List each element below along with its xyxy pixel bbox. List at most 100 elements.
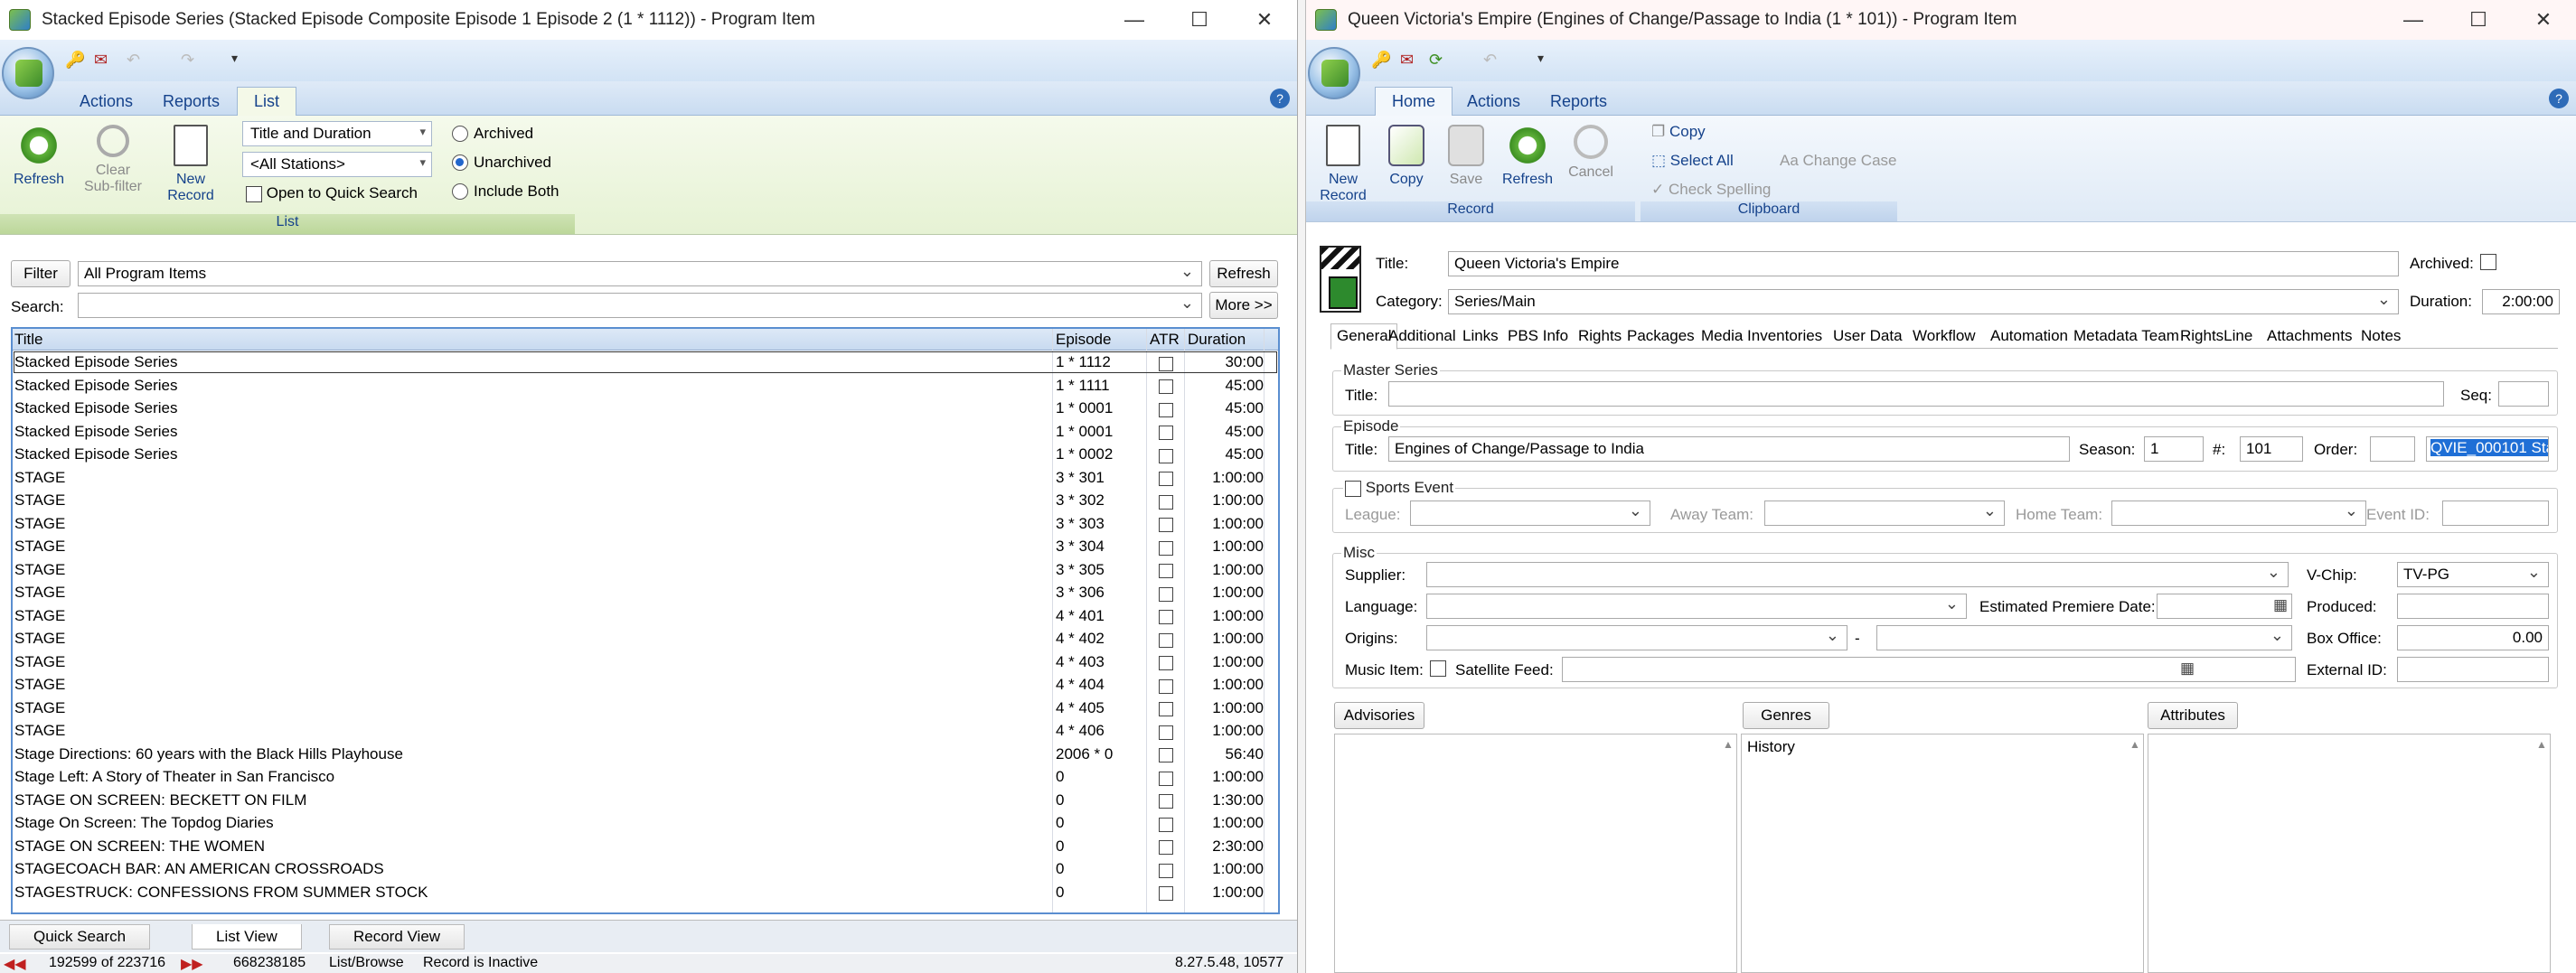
origins-select-2[interactable] [1876, 625, 2292, 650]
atr-checkbox[interactable] [1159, 378, 1173, 396]
sort-combo[interactable]: Title and Duration [242, 121, 432, 146]
advisories-list[interactable]: ▲ [1334, 734, 1737, 973]
table-row[interactable]: STAGE 3 * 304 1:00:00 [13, 535, 1278, 558]
table-row[interactable]: Stage On Screen: The Topdog Diaries 0 1:00… [13, 811, 1278, 835]
qat-dropdown-icon[interactable]: ▾ [231, 51, 253, 70]
atr-checkbox[interactable] [1159, 470, 1173, 488]
atr-checkbox[interactable] [1159, 631, 1173, 649]
atr-checkbox[interactable] [1159, 723, 1173, 741]
tab-record-view[interactable]: Record View [329, 924, 465, 950]
tab-actions[interactable]: Actions [1451, 87, 1537, 116]
minimize-button[interactable]: — [2381, 0, 2446, 40]
atr-checkbox[interactable] [1159, 654, 1173, 672]
close-button[interactable]: ✕ [1232, 0, 1297, 40]
filter-refresh-button[interactable]: Refresh [1209, 260, 1278, 287]
subtab-rightsline[interactable]: RightsLine [2180, 327, 2252, 345]
undo-icon[interactable]: ↶ [1483, 51, 1505, 70]
maximize-button[interactable]: ☐ [1167, 0, 1232, 40]
subtab-additional[interactable]: Additional [1388, 327, 1456, 345]
table-row[interactable]: STAGE 3 * 303 1:00:00 [13, 512, 1278, 536]
atr-checkbox[interactable] [1159, 746, 1173, 764]
genres-list[interactable]: History ▲ [1741, 734, 2144, 973]
subtab-media-inventories[interactable]: Media Inventories [1701, 327, 1822, 345]
genres-button[interactable]: Genres [1743, 702, 1829, 729]
external-id-input[interactable] [2397, 657, 2549, 682]
table-row[interactable]: STAGE 4 * 401 1:00:00 [13, 604, 1278, 628]
atr-checkbox[interactable] [1159, 516, 1173, 534]
app-menu-orb[interactable] [2, 47, 54, 99]
episode-code-input[interactable]: QVIE_000101 Sta [2426, 436, 2549, 462]
open-quick-search-checkbox[interactable] [246, 185, 262, 202]
atr-checkbox[interactable] [1159, 677, 1173, 695]
subtab-user-data[interactable]: User Data [1833, 327, 1903, 345]
redo-icon[interactable]: ↷ [181, 51, 202, 70]
clear-subfilter-button[interactable]: Clear Sub-filter [83, 125, 143, 195]
list-item[interactable]: History [1747, 738, 1795, 756]
tab-reports[interactable]: Reports [1534, 87, 1623, 116]
table-row[interactable]: STAGE 4 * 402 1:00:00 [13, 627, 1278, 650]
scroll-up-icon[interactable]: ▲ [2535, 738, 2548, 751]
vchip-select[interactable]: TV-PG [2397, 562, 2549, 587]
clipboard-copy-button[interactable]: ❐ Copy [1651, 123, 1706, 141]
open-quick-search-option[interactable]: Open to Quick Search [246, 184, 418, 202]
mail-icon[interactable]: ✉ [94, 51, 116, 70]
sports-event-checkbox[interactable] [1345, 480, 1361, 497]
language-select[interactable] [1426, 594, 1967, 619]
qat-dropdown-icon[interactable]: ▾ [1537, 51, 1559, 70]
tab-quick-search[interactable]: Quick Search [9, 924, 151, 950]
minimize-button[interactable]: — [1102, 0, 1167, 40]
category-select[interactable]: Series/Main [1448, 289, 2399, 314]
table-row[interactable]: Stacked Episode Series 1 * 0002 45:00 [13, 443, 1278, 466]
tab-actions[interactable]: Actions [63, 87, 149, 116]
mail-icon[interactable]: ✉ [1400, 51, 1422, 70]
atr-checkbox[interactable] [1159, 424, 1173, 442]
atr-checkbox[interactable] [1159, 585, 1173, 603]
table-row[interactable]: STAGESTRUCK: CONFESSIONS FROM SUMMER STO… [13, 881, 1278, 904]
radio-archived[interactable]: Archived [452, 125, 533, 143]
calendar-icon[interactable]: ▦ [2273, 596, 2288, 614]
radio-unarchived[interactable]: Unarchived [452, 154, 551, 172]
atr-checkbox[interactable] [1159, 446, 1173, 464]
check-spelling-button[interactable]: ✓ Check Spelling [1651, 181, 1771, 199]
away-team-select[interactable] [1764, 501, 2005, 526]
table-row[interactable]: STAGE 4 * 404 1:00:00 [13, 673, 1278, 697]
est-premiere-input[interactable]: ▦ [2157, 594, 2292, 619]
table-row[interactable]: STAGE ON SCREEN: THE WOMEN 0 2:30:00 [13, 835, 1278, 858]
league-select[interactable] [1410, 501, 1650, 526]
subtab-rights[interactable]: Rights [1578, 327, 1622, 345]
table-row[interactable]: STAGE 3 * 305 1:00:00 [13, 558, 1278, 582]
help-icon[interactable]: ? [2549, 89, 2569, 108]
sports-event-option[interactable]: Sports Event [1343, 479, 1456, 497]
subtab-pbs-info[interactable]: PBS Info [1508, 327, 1568, 345]
origins-select-1[interactable] [1426, 625, 1847, 650]
atr-checkbox[interactable] [1159, 700, 1173, 718]
table-row[interactable]: STAGE 4 * 405 1:00:00 [13, 697, 1278, 720]
scroll-up-icon[interactable]: ▲ [2129, 738, 2141, 751]
table-row[interactable]: Stacked Episode Series 1 * 1112 30:00 [13, 351, 1278, 374]
atr-checkbox[interactable] [1159, 562, 1173, 580]
more-button[interactable]: More >> [1209, 292, 1278, 319]
header-title[interactable]: Title [14, 331, 43, 349]
attributes-button[interactable]: Attributes [2148, 702, 2238, 729]
table-row[interactable]: Stacked Episode Series 1 * 0001 45:00 [13, 397, 1278, 420]
table-row[interactable]: Stage Directions: 60 years with the Blac… [13, 743, 1278, 766]
tab-reports[interactable]: Reports [146, 87, 236, 116]
atr-checkbox[interactable] [1159, 838, 1173, 856]
right-title-bar[interactable]: Queen Victoria's Empire (Engines of Chan… [1306, 0, 2576, 40]
maximize-button[interactable]: ☐ [2446, 0, 2511, 40]
save-button[interactable]: Save [1436, 125, 1496, 188]
atr-checkbox[interactable] [1159, 815, 1173, 833]
stations-combo[interactable]: <All Stations> [242, 152, 432, 177]
filter-combo[interactable]: All Program Items [78, 261, 1202, 286]
key-icon[interactable]: 🔑 [65, 51, 87, 70]
refresh-button[interactable]: Refresh [9, 125, 69, 188]
event-id-input[interactable] [2442, 501, 2549, 526]
table-row[interactable]: STAGE 3 * 302 1:00:00 [13, 489, 1278, 512]
left-title-bar[interactable]: Stacked Episode Series (Stacked Episode … [0, 0, 1297, 40]
title-input[interactable]: Queen Victoria's Empire [1448, 251, 2399, 276]
music-item-checkbox[interactable] [1430, 660, 1446, 677]
home-team-select[interactable] [2111, 501, 2366, 526]
cancel-button[interactable]: Cancel [1561, 125, 1621, 181]
tab-home[interactable]: Home [1375, 87, 1453, 116]
header-duration[interactable]: Duration [1188, 331, 1246, 349]
